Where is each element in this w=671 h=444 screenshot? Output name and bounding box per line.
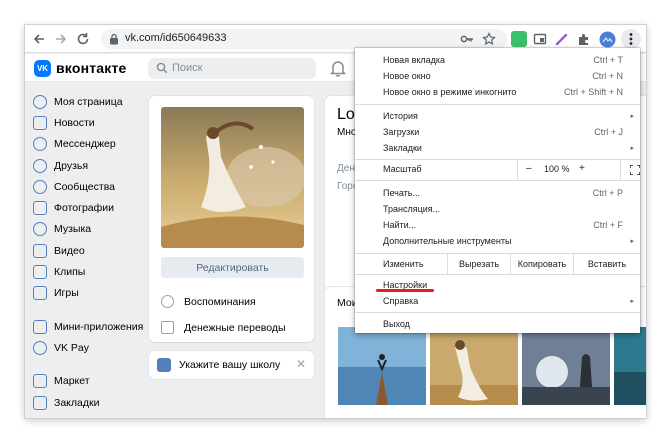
copy-button[interactable]: Копировать	[510, 254, 573, 274]
video-icon	[33, 243, 47, 258]
bookmark-icon	[33, 395, 47, 410]
vk-search-input[interactable]: Поиск	[148, 58, 316, 79]
nav-item-bookmarks[interactable]: Закладки	[25, 392, 145, 413]
menu-item-cast[interactable]: Трансляция...	[355, 201, 640, 217]
menu-item-bookmarks[interactable]: Закладки ▸	[355, 140, 640, 156]
nav-item-games[interactable]: Игры	[25, 283, 145, 304]
menu-item-downloads[interactable]: Загрузки Ctrl + J	[355, 124, 640, 140]
zoom-in-button[interactable]: +	[579, 163, 585, 174]
nav-item-mini-apps[interactable]: Мини-приложения	[25, 316, 145, 337]
school-icon	[157, 358, 171, 372]
nav-item-music[interactable]: Музыка	[25, 219, 145, 240]
photo-thumbnail[interactable]	[614, 327, 646, 405]
menu-separator	[355, 104, 640, 105]
money-transfer-icon	[161, 321, 174, 334]
extension-green-icon[interactable]	[511, 31, 527, 47]
nav-item-vk-pay[interactable]: VK Pay	[25, 337, 145, 358]
communities-icon	[33, 179, 47, 194]
nav-item-video[interactable]: Видео	[25, 240, 145, 261]
nav-item-communities[interactable]: Сообщества	[25, 176, 145, 197]
vk-brand-name[interactable]: вконтакте	[56, 60, 127, 76]
menu-item-print[interactable]: Печать... Ctrl + P	[355, 185, 640, 201]
address-bar[interactable]: vk.com/id650649633	[101, 29, 507, 49]
chevron-right-icon: ▸	[630, 113, 634, 120]
memories-link[interactable]: Воспоминания	[161, 295, 256, 308]
mini-apps-icon	[33, 319, 47, 334]
reload-icon[interactable]	[73, 29, 93, 49]
menu-separator	[355, 180, 640, 181]
menu-item-new-tab[interactable]: Новая вкладка Ctrl + T	[355, 52, 640, 68]
message-icon	[33, 137, 47, 152]
edit-profile-button[interactable]: Редактировать	[161, 257, 304, 278]
zoom-label: Масштаб	[383, 164, 422, 174]
forward-icon[interactable]	[51, 29, 71, 49]
key-icon[interactable]	[457, 29, 477, 49]
menu-item-history[interactable]: История ▸	[355, 108, 640, 124]
menu-item-new-incognito[interactable]: Новое окно в режиме инкогнито Ctrl + Shif…	[355, 84, 640, 100]
browser-window: vk.com/id650649633 VK вконтакте Поиск Мо…	[25, 25, 646, 418]
fullscreen-icon[interactable]	[630, 165, 640, 175]
user-circle-icon	[33, 94, 47, 109]
settings-highlight-underline	[376, 289, 434, 292]
extensions-puzzle-icon[interactable]	[574, 29, 594, 49]
vk-logo-icon[interactable]: VK	[34, 60, 51, 77]
star-icon[interactable]	[479, 29, 499, 49]
zoom-out-button[interactable]: –	[526, 163, 532, 174]
menu-item-exit[interactable]: Выход	[355, 316, 640, 332]
market-icon	[33, 374, 47, 389]
cut-button[interactable]: Вырезать	[447, 254, 510, 274]
music-icon	[33, 222, 47, 237]
profile-status[interactable]: Мно	[337, 127, 356, 138]
menu-separator	[355, 274, 640, 275]
friends-icon	[33, 158, 47, 173]
photo-thumbnail[interactable]	[338, 327, 426, 405]
photos-icon	[33, 201, 47, 216]
photo-thumbnail[interactable]	[522, 327, 610, 405]
profile-photo[interactable]	[161, 107, 304, 248]
clips-icon	[33, 265, 47, 280]
menu-zoom-row: Масштаб – 100 % +	[355, 160, 640, 180]
zoom-value: 100 %	[544, 164, 570, 174]
menu-item-find[interactable]: Найти... Ctrl + F	[355, 217, 640, 233]
money-transfers-link[interactable]: Денежные переводы	[161, 321, 286, 334]
menu-kebab-icon[interactable]	[621, 29, 641, 49]
photo-thumbnail[interactable]	[430, 327, 518, 405]
profile-card: Редактировать Воспоминания Денежные пере…	[149, 96, 314, 342]
edit-label: Изменить	[383, 259, 424, 269]
notifications-bell-icon[interactable]	[330, 59, 346, 77]
paste-button[interactable]: Вставить	[573, 254, 640, 274]
profile-avatar-icon[interactable]	[597, 29, 617, 49]
menu-edit-row: Изменить Вырезать Копировать Вставить	[355, 254, 640, 274]
vk-pay-icon	[33, 340, 47, 355]
chevron-right-icon: ▸	[630, 145, 634, 152]
search-placeholder: Поиск	[172, 62, 203, 74]
cast-icon[interactable]	[530, 29, 550, 49]
close-icon[interactable]: ✕	[296, 357, 306, 371]
chevron-right-icon: ▸	[630, 238, 634, 245]
menu-item-new-window[interactable]: Новое окно Ctrl + N	[355, 68, 640, 84]
games-icon	[33, 286, 47, 301]
search-icon	[156, 62, 168, 74]
lock-icon	[110, 33, 118, 45]
school-prompt-text: Укажите вашу школу	[179, 359, 281, 371]
memories-clock-icon	[161, 295, 174, 308]
chevron-right-icon: ▸	[630, 298, 634, 305]
nav-item-my-page[interactable]: Моя страница	[25, 91, 145, 112]
nav-item-messenger[interactable]: Мессенджер	[25, 134, 145, 155]
nav-item-photos[interactable]: Фотографии	[25, 197, 145, 218]
menu-item-more-tools[interactable]: Дополнительные инструменты ▸	[355, 233, 640, 249]
nav-item-market[interactable]: Маркет	[25, 371, 145, 392]
address-url: vk.com/id650649633	[125, 32, 227, 44]
vk-left-nav: Моя страница Новости Мессенджер Друзья С…	[25, 91, 145, 413]
nav-item-friends[interactable]: Друзья	[25, 155, 145, 176]
menu-item-help[interactable]: Справка ▸	[355, 293, 640, 309]
nav-item-clips[interactable]: Клипы	[25, 261, 145, 282]
profile-info-row-1: Ден	[337, 163, 355, 174]
school-prompt-card[interactable]: Укажите вашу школу ✕	[149, 351, 314, 379]
news-icon	[33, 115, 47, 130]
extension-pen-icon[interactable]	[552, 29, 572, 49]
back-icon[interactable]	[29, 29, 49, 49]
nav-item-news[interactable]: Новости	[25, 112, 145, 133]
menu-separator	[355, 312, 640, 313]
